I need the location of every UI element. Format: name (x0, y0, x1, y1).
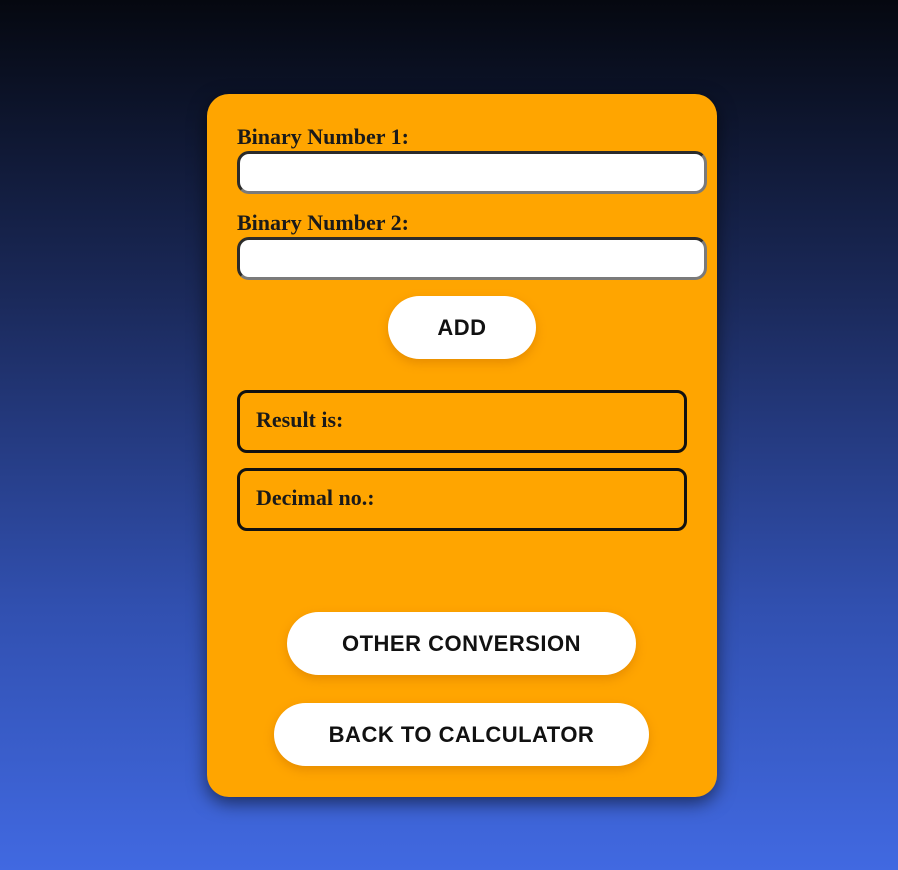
decimal-label: Decimal no.: (256, 485, 375, 510)
binary-number-1-input[interactable] (237, 151, 707, 194)
result-label: Result is: (256, 407, 344, 432)
binary-adder-card: Binary Number 1: Binary Number 2: ADD Re… (207, 94, 717, 797)
binary-number-1-label: Binary Number 1: (237, 124, 409, 149)
binary-number-2-input[interactable] (237, 237, 707, 280)
result-box: Result is: (237, 390, 687, 453)
decimal-box: Decimal no.: (237, 468, 687, 531)
back-to-calculator-button[interactable]: BACK TO CALCULATOR (274, 703, 649, 766)
other-conversion-button[interactable]: OTHER CONVERSION (287, 612, 636, 675)
add-button[interactable]: ADD (388, 296, 536, 359)
binary-number-2-label: Binary Number 2: (237, 210, 409, 235)
